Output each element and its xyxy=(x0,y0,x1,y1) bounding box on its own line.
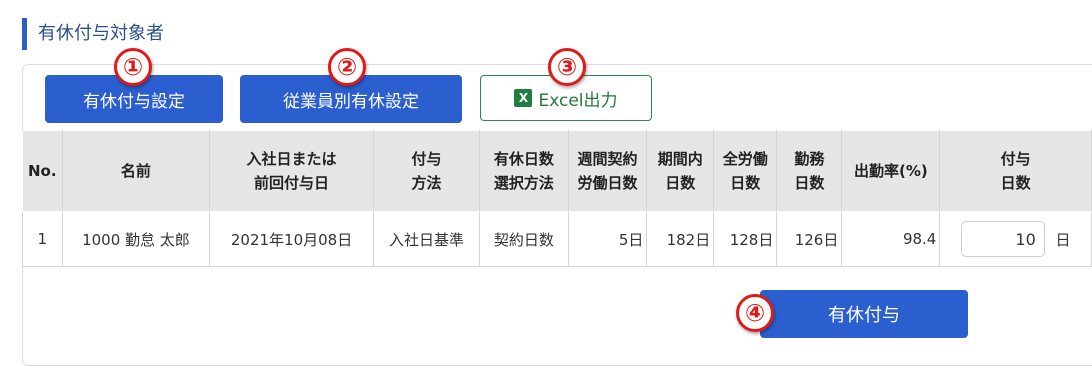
grant-target-table: No. 名前 入社日または 前回付与日 付与 方法 有休日数 選択方法 週間契約… xyxy=(22,130,1092,267)
col-header-selection-method: 有休日数 選択方法 xyxy=(479,130,569,212)
cell-total-work-days: 128日 xyxy=(713,211,778,267)
annotation-marker-4: ④ xyxy=(736,294,774,332)
col-header-total-work-days: 全労働 日数 xyxy=(713,130,778,212)
annotation-marker-1: ① xyxy=(114,48,152,86)
excel-icon: X xyxy=(514,89,533,107)
col-header-hire-date: 入社日または 前回付与日 xyxy=(209,130,374,212)
annotation-marker-2: ② xyxy=(328,48,366,86)
col-header-name: 名前 xyxy=(61,130,211,212)
cell-period-days: 182日 xyxy=(646,211,715,267)
col-header-no: No. xyxy=(22,130,63,212)
cell-name: 1000 勤怠 太郎 xyxy=(61,211,211,267)
col-header-weekly-days: 週間契約 労働日数 xyxy=(567,130,648,212)
grant-leave-button[interactable]: 有休付与 xyxy=(760,290,968,338)
cell-no: 1 xyxy=(22,211,63,267)
col-header-attendance-rate: 出勤率(%) xyxy=(841,130,941,212)
cell-attended-days: 126日 xyxy=(776,211,843,267)
col-header-grant-method: 付与 方法 xyxy=(372,130,481,212)
table-header-row: No. 名前 入社日または 前回付与日 付与 方法 有休日数 選択方法 週間契約… xyxy=(22,130,1092,212)
col-header-period-days: 期間内 日数 xyxy=(646,130,715,212)
section-title: 有休付与対象者 xyxy=(22,18,164,50)
cell-hire-date: 2021年10月08日 xyxy=(209,211,374,267)
cell-attendance-rate: 98.4 xyxy=(841,211,941,267)
annotation-marker-3: ③ xyxy=(548,48,586,86)
cell-grant-method: 入社日基準 xyxy=(372,211,481,267)
col-header-attended-days: 勤務 日数 xyxy=(776,130,843,212)
table-row: 1 1000 勤怠 太郎 2021年10月08日 入社日基準 契約日数 5日 1… xyxy=(22,211,1092,267)
excel-export-label: Excel出力 xyxy=(538,90,618,111)
cell-weekly-days: 5日 xyxy=(567,211,648,267)
grant-days-unit: 日 xyxy=(1055,230,1071,249)
cell-selection-method: 契約日数 xyxy=(479,211,569,267)
grant-days-input[interactable] xyxy=(960,221,1045,257)
cell-grant-days: 日 xyxy=(939,211,1092,267)
col-header-grant-days: 付与 日数 xyxy=(939,130,1092,212)
